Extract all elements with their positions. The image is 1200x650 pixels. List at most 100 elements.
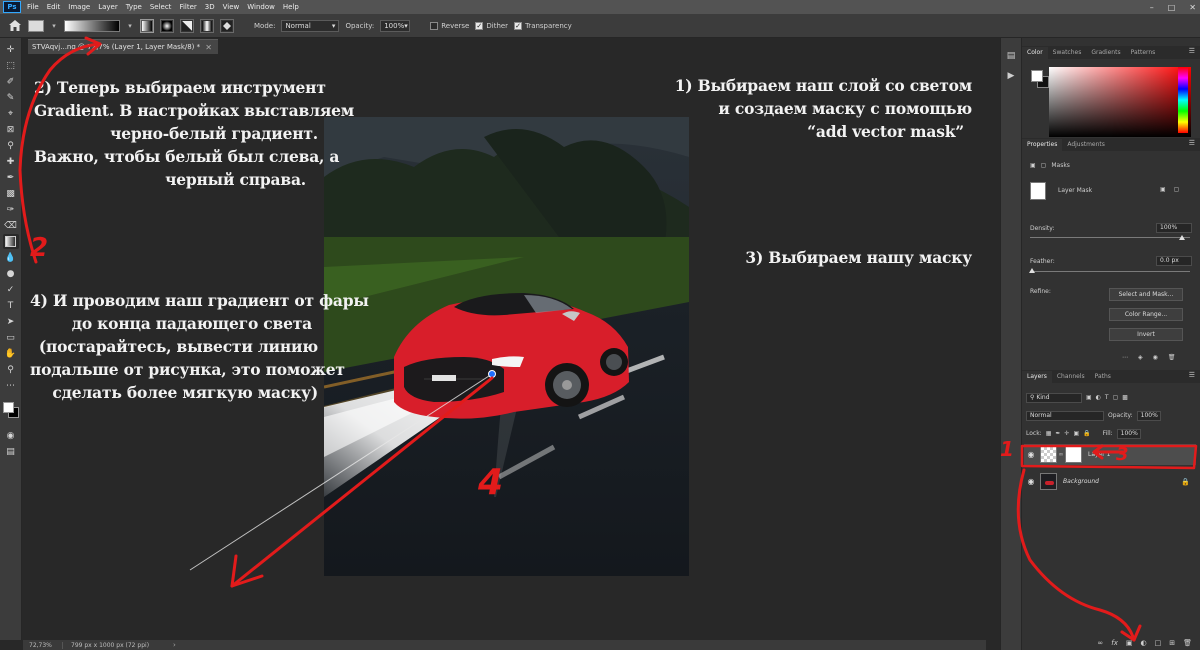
layer-style-icon[interactable]: fx xyxy=(1111,639,1118,647)
dodge-tool-icon[interactable]: ● xyxy=(3,266,19,281)
crop-tool-icon[interactable]: ⌖ xyxy=(3,106,19,121)
gradient-preview-bar[interactable] xyxy=(64,19,120,32)
blur-tool-icon[interactable]: 💧 xyxy=(3,250,19,265)
filter-adjustment-icon[interactable]: ◐ xyxy=(1096,394,1101,401)
transparency-checkbox[interactable]: ✓ Transparency xyxy=(514,21,572,30)
density-input[interactable]: 100% xyxy=(1156,223,1192,233)
tab-patterns[interactable]: Patterns xyxy=(1126,47,1161,59)
lock-artboard-icon[interactable]: ▣ xyxy=(1073,430,1079,437)
quick-mask-icon[interactable]: ◉ xyxy=(3,428,19,443)
eye-icon[interactable]: ◉ xyxy=(1024,477,1038,486)
trash-icon[interactable]: 🗑 xyxy=(1183,639,1192,647)
color-picker-field[interactable] xyxy=(1049,67,1191,137)
visibility-icon[interactable]: ◉ xyxy=(1153,354,1158,361)
frame-tool-icon[interactable]: ⊠ xyxy=(3,122,19,137)
kind-filter-select[interactable]: ⚲ Kind xyxy=(1026,392,1082,403)
gradient-tool-icon[interactable] xyxy=(2,234,19,249)
dither-checkbox[interactable]: ✓ Dither xyxy=(475,21,508,30)
new-layer-icon[interactable]: ⊞ xyxy=(1169,639,1175,647)
adjustment-layer-icon[interactable]: ◐ xyxy=(1141,639,1147,647)
opacity-input[interactable]: 100% ▾ xyxy=(380,19,411,32)
invert-button[interactable]: Invert xyxy=(1109,328,1183,341)
menu-image[interactable]: Image xyxy=(64,0,94,14)
close-icon[interactable]: ✕ xyxy=(1189,3,1196,12)
layer-mask-thumbnail[interactable] xyxy=(1065,446,1082,463)
menu-file[interactable]: File xyxy=(23,0,43,14)
layer-name[interactable]: Layer 1 xyxy=(1088,451,1110,458)
new-group-icon[interactable]: □ xyxy=(1155,639,1162,647)
foreground-color-swatch[interactable] xyxy=(1031,70,1043,82)
tab-properties[interactable]: Properties xyxy=(1022,139,1063,151)
linear-gradient-icon[interactable] xyxy=(140,18,154,33)
density-slider[interactable] xyxy=(1030,237,1190,238)
chevron-right-icon[interactable]: › xyxy=(173,641,176,649)
chevron-down-icon[interactable]: ▾ xyxy=(50,20,58,32)
color-range-button[interactable]: Color Range... xyxy=(1109,308,1183,321)
reflected-gradient-icon[interactable] xyxy=(200,18,214,33)
select-and-mask-button[interactable]: Select and Mask... xyxy=(1109,288,1183,301)
layer-mask-thumbnail[interactable] xyxy=(1030,182,1046,200)
add-pixel-mask-icon[interactable]: ▣ xyxy=(1160,186,1166,193)
foreground-color-swatch[interactable] xyxy=(2,402,14,413)
tool-preset-icon[interactable] xyxy=(28,19,44,32)
eyedropper-tool-icon[interactable]: ⚲ xyxy=(3,138,19,153)
lock-position-icon[interactable]: ✛ xyxy=(1064,430,1069,437)
document-image[interactable] xyxy=(324,117,689,576)
zoom-level[interactable]: 72,73% xyxy=(23,641,63,649)
load-selection-icon[interactable]: ⋯ xyxy=(1122,354,1128,361)
quick-select-tool-icon[interactable]: ✎ xyxy=(3,90,19,105)
tab-color[interactable]: Color xyxy=(1022,47,1048,59)
feather-slider[interactable] xyxy=(1030,271,1190,272)
feather-input[interactable]: 0.0 px xyxy=(1156,256,1192,266)
hand-tool-icon[interactable]: ✋ xyxy=(3,346,19,361)
filter-type-icon[interactable]: T xyxy=(1105,394,1109,401)
blend-mode-select[interactable]: Normal xyxy=(1026,410,1104,421)
menu-type[interactable]: Type xyxy=(122,0,146,14)
lasso-tool-icon[interactable]: ✐ xyxy=(3,74,19,89)
panel-menu-icon[interactable]: ☰ xyxy=(1189,139,1195,147)
menu-filter[interactable]: Filter xyxy=(175,0,200,14)
eye-icon[interactable]: ◉ xyxy=(1024,450,1038,459)
eraser-tool-icon[interactable]: ⌫ xyxy=(3,218,19,233)
zoom-tool-icon[interactable]: ⚲ xyxy=(3,362,19,377)
filter-pixel-icon[interactable]: ▣ xyxy=(1086,394,1092,401)
menu-edit[interactable]: Edit xyxy=(43,0,65,14)
lock-paint-icon[interactable]: ✒ xyxy=(1055,430,1060,437)
layer-opacity-input[interactable]: 100% xyxy=(1136,410,1161,421)
pixel-mask-icon[interactable]: ▣ xyxy=(1030,162,1036,169)
link-icon[interactable]: ∞ xyxy=(1057,451,1065,458)
add-vector-mask-icon[interactable]: ▢ xyxy=(1174,186,1180,193)
filter-shape-icon[interactable]: ▢ xyxy=(1113,394,1119,401)
move-tool-icon[interactable]: ✛ xyxy=(3,42,19,57)
panel-menu-icon[interactable]: ☰ xyxy=(1189,47,1195,55)
panel-menu-icon[interactable]: ☰ xyxy=(1189,371,1195,379)
add-mask-icon[interactable]: ▣ xyxy=(1126,639,1133,647)
document-tab[interactable]: STVAqvj...ng @ 72,7% (Layer 1, Layer Mas… xyxy=(28,39,218,54)
screen-mode-icon[interactable]: ▤ xyxy=(3,444,19,459)
play-icon[interactable]: ▶ xyxy=(1005,70,1017,82)
layer-row-layer-1[interactable]: ◉ ∞ Layer 1 xyxy=(1024,444,1196,465)
tab-swatches[interactable]: Swatches xyxy=(1048,47,1087,59)
pen-tool-icon[interactable]: ✓ xyxy=(3,282,19,297)
type-tool-icon[interactable]: T xyxy=(3,298,19,313)
menu-3d[interactable]: 3D xyxy=(201,0,219,14)
tab-layers[interactable]: Layers xyxy=(1022,371,1052,383)
apply-mask-icon[interactable]: ◈ xyxy=(1138,354,1143,361)
filter-smart-icon[interactable]: ▩ xyxy=(1122,394,1128,401)
stamp-tool-icon[interactable]: ▩ xyxy=(3,186,19,201)
history-icon[interactable]: ▤ xyxy=(1005,50,1017,62)
menu-window[interactable]: Window xyxy=(243,0,279,14)
home-icon[interactable] xyxy=(8,19,22,33)
tab-channels[interactable]: Channels xyxy=(1052,371,1090,383)
tab-gradients[interactable]: Gradients xyxy=(1086,47,1125,59)
rectangle-tool-icon[interactable]: ▭ xyxy=(3,330,19,345)
menu-select[interactable]: Select xyxy=(146,0,176,14)
angle-gradient-icon[interactable] xyxy=(180,18,194,33)
healing-brush-tool-icon[interactable]: ✚ xyxy=(3,154,19,169)
mode-select[interactable]: Normal ▾ xyxy=(281,19,340,32)
lock-all-icon[interactable]: 🔒 xyxy=(1083,430,1090,437)
radial-gradient-icon[interactable] xyxy=(160,18,174,33)
brush-tool-icon[interactable]: ✒ xyxy=(3,170,19,185)
tab-adjustments[interactable]: Adjustments xyxy=(1062,139,1110,151)
layer-thumbnail[interactable] xyxy=(1040,446,1057,463)
